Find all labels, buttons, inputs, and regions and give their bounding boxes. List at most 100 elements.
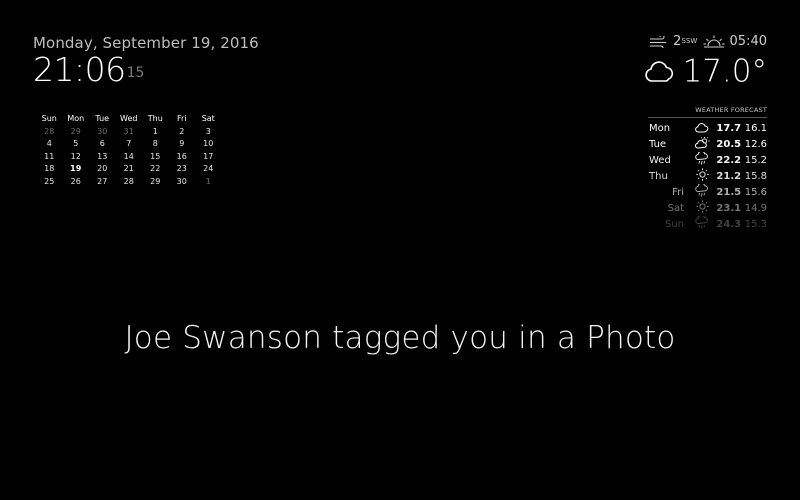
calendar-week-row: 11 12 13 14 15 16 17 bbox=[36, 150, 222, 163]
calendar-weekday: Fri bbox=[176, 114, 187, 123]
cloudy-icon bbox=[695, 122, 709, 133]
forecast-min-temp: 12.6 bbox=[744, 138, 767, 150]
sunny-icon bbox=[695, 200, 709, 213]
calendar-day: 21 bbox=[123, 164, 134, 174]
calendar-day: 8 bbox=[152, 139, 158, 149]
forecast-row: Sat 23.1 14.9 bbox=[648, 200, 767, 216]
calendar-day: 28 bbox=[123, 176, 134, 186]
calendar-day: 4 bbox=[46, 139, 52, 149]
sunrise-icon bbox=[703, 35, 725, 48]
partly-cloudy-icon bbox=[694, 136, 710, 149]
calendar-grid: Sun Mon Tue Wed Thu Fri Sat 28 29 30 31 … bbox=[36, 112, 222, 188]
calendar-week-row: 28 29 30 31 1 2 3 bbox=[36, 125, 222, 138]
wind-direction: SSW bbox=[681, 37, 698, 45]
forecast-icon-cell bbox=[692, 121, 712, 137]
forecast-day: Wed bbox=[649, 154, 671, 166]
forecast-day: Sun bbox=[665, 218, 685, 230]
time-hours-minutes: 21:06 bbox=[33, 50, 126, 89]
forecast-max-temp: 20.5 bbox=[716, 138, 742, 150]
calendar-day: 17 bbox=[203, 151, 214, 161]
calendar-week-row: 25 26 27 28 29 30 1 bbox=[36, 175, 222, 188]
forecast-icon-cell bbox=[692, 150, 712, 168]
forecast-day: Thu bbox=[649, 170, 668, 182]
calendar-day: 1 bbox=[205, 176, 211, 186]
calendar-day: 5 bbox=[73, 139, 79, 149]
calendar-week-row: 4 5 6 7 8 9 10 bbox=[36, 138, 222, 151]
calendar-day: 27 bbox=[97, 176, 108, 186]
time-display: 21:0615 bbox=[33, 52, 259, 94]
forecast-day: Fri bbox=[672, 186, 685, 198]
current-temp-row: 17.0° bbox=[644, 53, 767, 90]
calendar-day: 20 bbox=[97, 164, 108, 174]
forecast-icon-cell bbox=[692, 214, 712, 232]
forecast-min-temp: 16.1 bbox=[744, 123, 767, 135]
forecast-row: Tue 20.5 12.6 bbox=[648, 136, 767, 153]
calendar-day: 11 bbox=[44, 151, 55, 161]
calendar-week-row: 18 19 20 21 22 23 24 bbox=[36, 163, 222, 176]
forecast-max-temp: 24.3 bbox=[716, 218, 742, 230]
forecast-min-temp: 14.9 bbox=[744, 202, 767, 214]
forecast-icon-cell bbox=[692, 168, 712, 184]
calendar-day: 14 bbox=[123, 151, 134, 161]
sunny-icon bbox=[695, 168, 709, 181]
rain-icon bbox=[695, 182, 709, 197]
forecast-row: Mon 17.7 16.1 bbox=[648, 121, 767, 137]
forecast-day: Tue bbox=[649, 138, 667, 150]
rain-icon bbox=[695, 150, 709, 165]
calendar-module: Sun Mon Tue Wed Thu Fri Sat 28 29 30 31 … bbox=[36, 112, 222, 188]
calendar-day: 10 bbox=[203, 139, 214, 149]
calendar-day: 18 bbox=[44, 164, 55, 174]
calendar-day: 16 bbox=[176, 151, 187, 161]
forecast-day: Sat bbox=[667, 202, 685, 214]
calendar-weekday: Thu bbox=[147, 114, 163, 123]
rain-icon bbox=[695, 214, 709, 229]
calendar-day: 2 bbox=[179, 126, 185, 136]
wind-icon bbox=[650, 34, 667, 51]
calendar-day: 15 bbox=[150, 151, 161, 161]
calendar-day: 30 bbox=[97, 126, 108, 136]
wind-sun-row: 2SSW 05:40 bbox=[644, 33, 767, 51]
calendar-day: 13 bbox=[97, 151, 108, 161]
forecast-header: WEATHER FORECAST bbox=[648, 106, 767, 118]
weather-forecast-module: WEATHER FORECAST Mon 17.7 16.1 Tue 20.5 … bbox=[648, 106, 767, 232]
forecast-min-temp: 15.2 bbox=[744, 154, 767, 166]
calendar-day: 31 bbox=[123, 126, 134, 136]
calendar-day: 25 bbox=[44, 176, 55, 186]
forecast-row: Wed 22.2 15.2 bbox=[648, 150, 767, 168]
calendar-day: 9 bbox=[179, 139, 185, 149]
calendar-day: 24 bbox=[203, 164, 214, 174]
forecast-table: Mon 17.7 16.1 Tue 20.5 12.6 Wed 22.2 15.… bbox=[648, 121, 767, 232]
calendar-weekday: Sun bbox=[41, 114, 57, 123]
forecast-max-temp: 21.5 bbox=[716, 186, 742, 198]
forecast-min-temp: 15.6 bbox=[744, 186, 767, 198]
forecast-row: Fri 21.5 15.6 bbox=[648, 182, 767, 200]
cloudy-icon bbox=[645, 60, 674, 82]
forecast-icon-cell bbox=[692, 136, 712, 153]
clock-module: Monday, September 19, 2016 21:0615 bbox=[33, 34, 259, 94]
calendar-day: 22 bbox=[150, 164, 161, 174]
calendar-day: 6 bbox=[99, 139, 105, 149]
current-weather-module: 2SSW 05:40 17.0° bbox=[644, 33, 767, 90]
calendar-day: 7 bbox=[126, 139, 132, 149]
notification-message: Joe Swanson tagged you in a Photo bbox=[124, 320, 676, 356]
calendar-weekday: Sat bbox=[201, 114, 215, 123]
sunrise-time: 05:40 bbox=[729, 34, 767, 49]
calendar-weekday: Wed bbox=[120, 114, 138, 123]
forecast-min-temp: 15.8 bbox=[744, 170, 767, 182]
forecast-max-temp: 22.2 bbox=[716, 154, 742, 166]
forecast-row: Thu 21.2 15.8 bbox=[648, 168, 767, 184]
calendar-day: 1 bbox=[152, 126, 158, 136]
forecast-max-temp: 23.1 bbox=[716, 202, 742, 214]
current-temperature: 17.0° bbox=[682, 53, 767, 90]
calendar-day-today: 19 bbox=[70, 164, 82, 174]
calendar-day: 12 bbox=[70, 151, 81, 161]
calendar-weekday: Tue bbox=[95, 114, 110, 123]
calendar-day: 29 bbox=[70, 126, 81, 136]
forecast-max-temp: 17.7 bbox=[716, 123, 742, 135]
forecast-min-temp: 15.3 bbox=[744, 218, 767, 230]
calendar-day: 3 bbox=[205, 126, 211, 136]
calendar-day: 29 bbox=[150, 176, 161, 186]
forecast-icon-cell bbox=[692, 182, 712, 200]
calendar-day: 23 bbox=[176, 164, 187, 174]
calendar-day: 28 bbox=[44, 126, 55, 136]
